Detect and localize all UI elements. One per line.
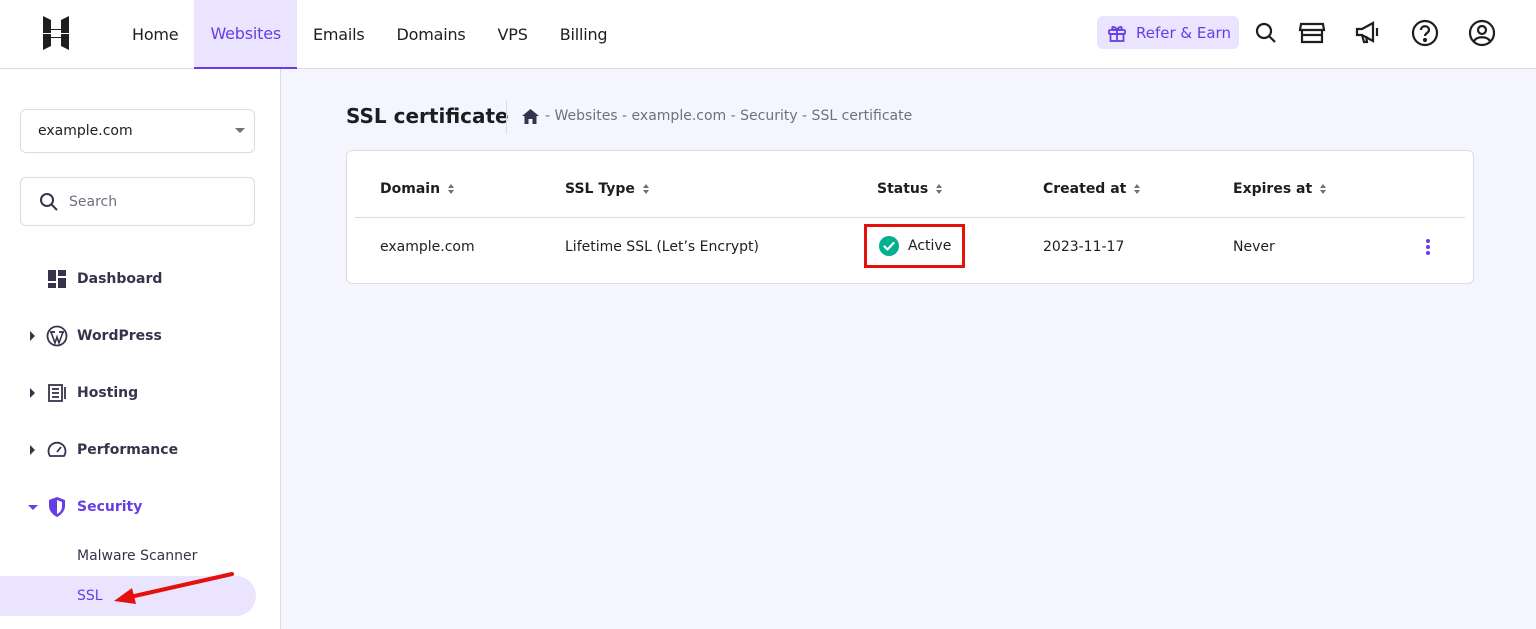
header-label: SSL Type [565, 181, 635, 197]
sidebar-item-label: Hosting [77, 385, 139, 401]
more-options-icon[interactable] [1425, 239, 1431, 255]
status-label: Active [908, 238, 952, 254]
sort-icon [642, 184, 649, 194]
status-badge: Active [864, 224, 965, 268]
ssl-table-card: Domain SSL Type Status Created at Expire… [346, 150, 1474, 284]
sidebar-search-input[interactable]: Search [20, 177, 255, 226]
sort-icon [1320, 184, 1327, 194]
gauge-icon [46, 439, 68, 461]
nav-billing[interactable]: Billing [544, 0, 624, 68]
chevron-right-icon [30, 331, 35, 341]
nav-home[interactable]: Home [116, 0, 194, 68]
nav-vps[interactable]: VPS [482, 0, 544, 68]
header-label: Created at [1043, 181, 1127, 197]
top-navbar: Home Websites Emails Domains VPS Billing… [0, 0, 1536, 69]
search-icon [40, 192, 58, 211]
check-circle-icon [879, 236, 899, 256]
nav-websites[interactable]: Websites [194, 0, 297, 69]
domain-select-value: example.com [38, 123, 133, 139]
refer-earn-button[interactable]: Refer & Earn [1097, 16, 1239, 49]
sidebar-subitem-label: SSL [77, 588, 103, 604]
main-nav: Home Websites Emails Domains VPS Billing [116, 0, 623, 69]
header-label: Domain [380, 181, 441, 197]
dashboard-icon [46, 268, 68, 290]
title-divider [506, 100, 507, 134]
gift-icon [1108, 25, 1126, 42]
hosting-icon [46, 382, 68, 404]
nav-domains[interactable]: Domains [381, 0, 482, 68]
sidebar-subitem-malware-scanner[interactable]: Malware Scanner [77, 548, 197, 564]
cell-expires-at: Never [1233, 239, 1275, 255]
annotation-arrow-icon [114, 572, 234, 604]
hostinger-logo[interactable] [41, 16, 71, 50]
sidebar-item-label: Security [77, 499, 143, 515]
sidebar: example.com Search Dashboard WordPress H… [0, 69, 281, 629]
search-icon[interactable] [1250, 17, 1282, 49]
chevron-down-icon [235, 128, 245, 133]
sidebar-item-label: Performance [77, 442, 179, 458]
shield-icon [46, 496, 68, 518]
column-header-status[interactable]: Status [877, 181, 943, 197]
column-header-domain[interactable]: Domain [380, 181, 455, 197]
sidebar-item-label: Dashboard [77, 271, 163, 287]
sidebar-item-security[interactable]: Security [0, 487, 280, 527]
page-title: SSL certificate [346, 104, 509, 128]
header-label: Status [877, 181, 929, 197]
nav-emails[interactable]: Emails [297, 0, 381, 68]
breadcrumb-path[interactable]: - Websites - example.com - Security - SS… [545, 108, 912, 124]
chevron-down-icon [28, 505, 38, 510]
sort-icon [448, 184, 455, 194]
table-divider [355, 217, 1465, 218]
wordpress-icon [46, 325, 68, 347]
column-header-ssl-type[interactable]: SSL Type [565, 181, 649, 197]
sort-icon [936, 184, 943, 194]
chevron-right-icon [30, 388, 35, 398]
sort-icon [1134, 184, 1141, 194]
help-icon[interactable] [1409, 17, 1441, 49]
cell-created-at: 2023-11-17 [1043, 239, 1125, 255]
megaphone-icon[interactable] [1353, 17, 1385, 49]
column-header-created-at[interactable]: Created at [1043, 181, 1141, 197]
sidebar-item-wordpress[interactable]: WordPress [0, 316, 280, 356]
account-icon[interactable] [1466, 17, 1498, 49]
search-placeholder: Search [69, 193, 118, 210]
sidebar-item-hosting[interactable]: Hosting [0, 373, 280, 413]
store-icon[interactable] [1296, 17, 1328, 49]
header-label: Expires at [1233, 181, 1313, 197]
refer-earn-label: Refer & Earn [1136, 23, 1231, 42]
home-icon[interactable] [522, 108, 539, 124]
sidebar-item-label: WordPress [77, 328, 162, 344]
cell-domain: example.com [380, 239, 475, 255]
cell-ssl-type: Lifetime SSL (Let’s Encrypt) [565, 239, 759, 255]
chevron-right-icon [30, 445, 35, 455]
column-header-expires-at[interactable]: Expires at [1233, 181, 1327, 197]
sidebar-item-dashboard[interactable]: Dashboard [0, 259, 280, 299]
breadcrumb: - Websites - example.com - Security - SS… [522, 108, 912, 124]
domain-select[interactable]: example.com [20, 109, 255, 153]
sidebar-item-performance[interactable]: Performance [0, 430, 280, 470]
